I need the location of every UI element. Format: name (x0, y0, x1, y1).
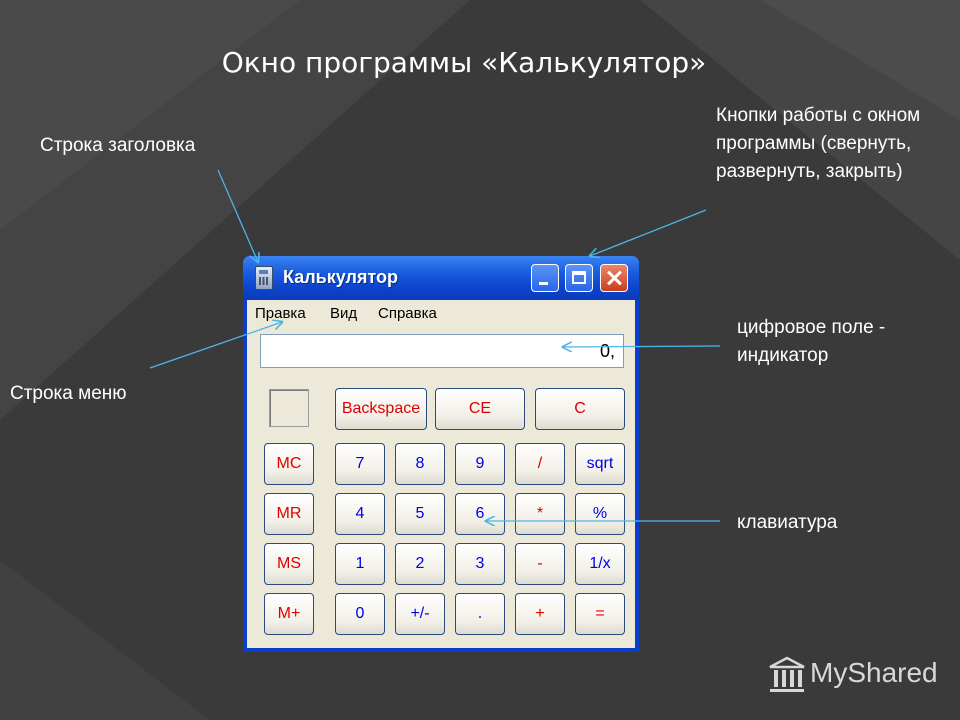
minimize-button[interactable] (531, 264, 559, 292)
menu-bar: Правка Вид Справка (247, 300, 635, 326)
key-3[interactable]: 3 (455, 543, 505, 585)
multiply-button[interactable]: * (515, 493, 565, 535)
slide-title: Окно программы «Калькулятор» (221, 46, 707, 79)
callout-keypad: клавиатура (737, 512, 838, 533)
menu-view[interactable]: Вид (330, 305, 357, 322)
decimal-button[interactable]: . (455, 593, 505, 635)
key-0[interactable]: 0 (335, 593, 385, 635)
key-8[interactable]: 8 (395, 443, 445, 485)
window-title: Калькулятор (283, 267, 399, 287)
myshared-logo: MyShared (767, 655, 947, 695)
key-2[interactable]: 2 (395, 543, 445, 585)
mc-button[interactable]: MC (264, 443, 314, 485)
divide-button[interactable]: / (515, 443, 565, 485)
key-1[interactable]: 1 (335, 543, 385, 585)
memory-indicator (269, 389, 309, 427)
c-button[interactable]: C (535, 388, 625, 430)
subtract-button[interactable]: - (515, 543, 565, 585)
key-9[interactable]: 9 (455, 443, 505, 485)
logo-text: MyShared (810, 657, 938, 688)
maximize-button[interactable] (565, 264, 593, 292)
menu-help[interactable]: Справка (378, 305, 437, 322)
callout-window-buttons: Кнопки работы с окном программы (свернут… (716, 105, 921, 182)
reciprocal-button[interactable]: 1/x (575, 543, 625, 585)
add-button[interactable]: + (515, 593, 565, 635)
calculator-window: Калькулятор Правка Вид Справка 0, Backsp… (243, 256, 639, 652)
mplus-button[interactable]: M+ (264, 593, 314, 635)
ce-button[interactable]: CE (435, 388, 525, 430)
mr-button[interactable]: MR (264, 493, 314, 535)
equals-button[interactable]: = (575, 593, 625, 635)
calculator-client-area: Правка Вид Справка 0, Backspace CE C MC … (247, 300, 635, 648)
ms-button[interactable]: MS (264, 543, 314, 585)
display-field[interactable]: 0, (260, 334, 624, 368)
sqrt-button[interactable]: sqrt (575, 443, 625, 485)
close-button[interactable] (600, 264, 628, 292)
callout-title-bar: Строка заголовка (40, 135, 196, 156)
callout-display: цифровое поле - индикатор (737, 317, 886, 366)
key-5[interactable]: 5 (395, 493, 445, 535)
percent-button[interactable]: % (575, 493, 625, 535)
title-bar[interactable]: Калькулятор (243, 256, 639, 300)
logo-building-icon (769, 656, 805, 692)
calculator-app-icon[interactable] (255, 266, 273, 290)
key-4[interactable]: 4 (335, 493, 385, 535)
backspace-button[interactable]: Backspace (335, 388, 427, 430)
menu-edit[interactable]: Правка (255, 305, 306, 322)
callout-menu-bar: Строка меню (10, 383, 127, 404)
display-value: 0, (599, 341, 615, 361)
key-7[interactable]: 7 (335, 443, 385, 485)
sign-button[interactable]: +/- (395, 593, 445, 635)
key-6[interactable]: 6 (455, 493, 505, 535)
